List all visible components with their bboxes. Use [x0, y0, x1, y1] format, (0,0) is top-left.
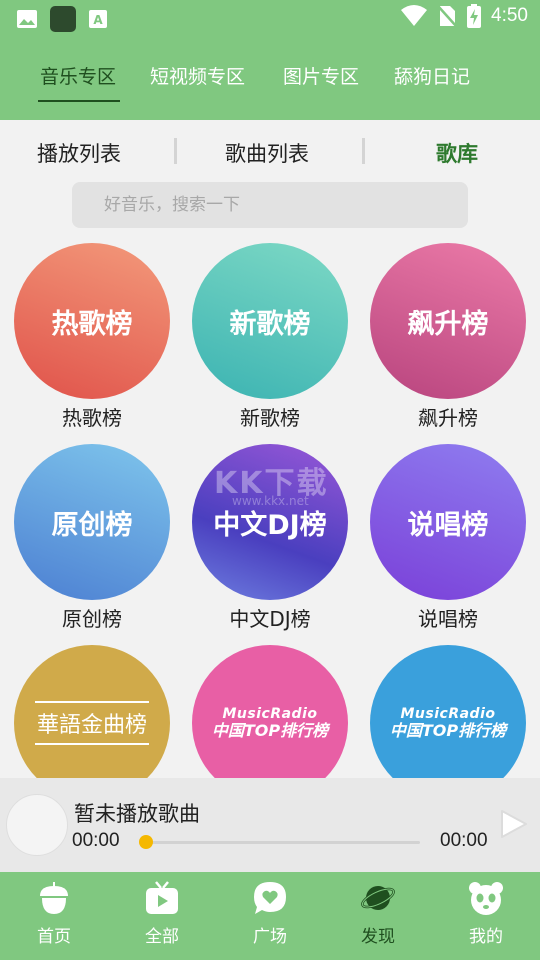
chart-cover-rising[interactable]: 飙升榜 [370, 243, 526, 399]
chart-caption: 说唱榜 [418, 607, 478, 631]
watermark-url: www.kkx.net [232, 494, 309, 508]
chart-cover-original[interactable]: 原创榜 [14, 444, 170, 600]
chart-caption: 中文DJ榜 [229, 607, 311, 631]
chart-cover-text: 新歌榜 [229, 308, 311, 340]
chart-caption: 热歌榜 [62, 406, 122, 430]
panda-icon [469, 882, 503, 915]
nav-label: 我的 [469, 927, 503, 947]
search-input[interactable] [72, 182, 468, 228]
planet-icon [361, 886, 395, 910]
chart-cover-text: 華語金曲榜 [34, 701, 149, 745]
status-time: 4:50 [491, 5, 528, 26]
bottom-nav: 首页 全部 广场 发现 我的 [0, 872, 540, 960]
total-time: 00:00 [440, 830, 488, 851]
progress-knob[interactable] [139, 835, 153, 849]
nav-mine[interactable]: 我的 [446, 880, 526, 947]
chart-cover-rap[interactable]: 说唱榜 [370, 444, 526, 600]
wifi-icon [401, 5, 428, 26]
nav-discover[interactable]: 发现 [338, 880, 418, 947]
top-tab-bar: 音乐专区 短视频专区 图片专区 舔狗日记 [0, 36, 540, 120]
chart-cover-text: 中文DJ榜 [213, 509, 327, 541]
now-playing-title: 暂未播放歌曲 [74, 802, 200, 826]
mini-player: 暂未播放歌曲 00:00 00:00 [0, 778, 540, 872]
chat-heart-icon [254, 882, 286, 914]
chart-cover-text-top: MusicRadio [400, 705, 496, 722]
chart-cover-hot[interactable]: 热歌榜 [14, 243, 170, 399]
acorn-icon [40, 882, 68, 914]
status-bar: A 4:50 [0, 0, 540, 36]
nav-label: 首页 [37, 927, 71, 947]
app-icon [50, 6, 76, 32]
nav-square[interactable]: 广场 [230, 880, 310, 947]
chart-cover-text-top: MusicRadio [222, 705, 318, 722]
progress-bar[interactable] [142, 841, 420, 844]
sub-tab-divider [174, 138, 177, 164]
chart-caption: 飙升榜 [418, 406, 478, 430]
play-icon[interactable] [498, 808, 530, 840]
nav-label: 广场 [253, 927, 287, 947]
tab-music[interactable]: 音乐专区 [40, 62, 116, 89]
tab-short-video[interactable]: 短视频专区 [150, 62, 245, 89]
chart-cover-text: 热歌榜 [51, 308, 133, 340]
current-time: 00:00 [72, 830, 120, 851]
sub-tab-library[interactable]: 歌库 [436, 138, 478, 168]
no-sim-icon [437, 5, 457, 27]
chart-cover-dj[interactable]: 中文DJ榜 [192, 444, 348, 600]
svg-text:A: A [93, 13, 103, 27]
album-art[interactable] [6, 794, 68, 856]
chart-cover-text-bottom: 中国TOP排行榜 [211, 720, 329, 740]
nav-label: 发现 [361, 927, 395, 947]
tv-icon [146, 881, 178, 914]
sub-tab-bar: 播放列表 歌曲列表 歌库 [0, 120, 540, 182]
tab-pictures[interactable]: 图片专区 [283, 62, 359, 89]
chart-cover-new[interactable]: 新歌榜 [192, 243, 348, 399]
sub-tab-playlist[interactable]: 播放列表 [37, 138, 121, 168]
sub-tab-song-list[interactable]: 歌曲列表 [225, 138, 309, 168]
nav-label: 全部 [145, 927, 179, 947]
nav-all[interactable]: 全部 [122, 880, 202, 947]
chart-cover-text: 说唱榜 [407, 509, 489, 541]
battery-charging-icon [467, 4, 482, 28]
chart-cover-text: 原创榜 [51, 509, 133, 541]
chart-cover-text: 飙升榜 [407, 308, 489, 340]
chart-caption: 新歌榜 [240, 406, 300, 430]
image-icon [17, 10, 37, 28]
active-tab-indicator [38, 100, 120, 102]
tab-diary[interactable]: 舔狗日记 [394, 62, 470, 89]
sub-tab-divider [362, 138, 365, 164]
nav-home[interactable]: 首页 [14, 880, 94, 947]
font-icon: A [89, 10, 107, 28]
chart-caption: 原创榜 [62, 607, 122, 631]
chart-cover-text-bottom: 中国TOP排行榜 [389, 720, 507, 740]
